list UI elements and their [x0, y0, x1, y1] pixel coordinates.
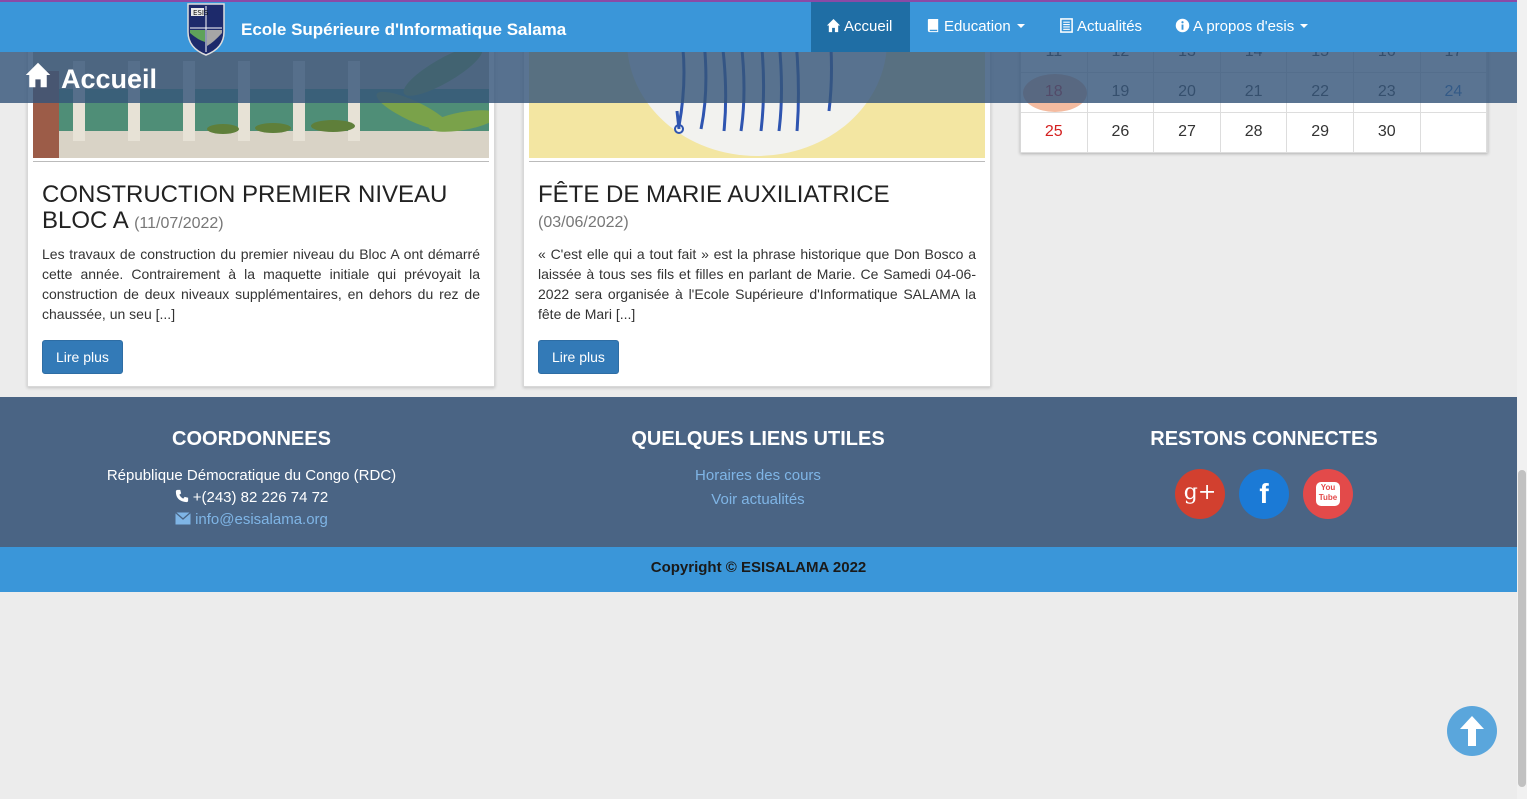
read-more-button[interactable]: Lire plus — [538, 340, 619, 374]
footer-heading: RESTONS CONNECTES — [1150, 428, 1378, 450]
nav-education-label: Education — [944, 18, 1011, 35]
page-scrollbar[interactable] — [1517, 0, 1527, 799]
nav-home[interactable]: Accueil — [811, 2, 910, 52]
calendar-day-empty — [1420, 113, 1488, 153]
newspaper-icon — [1060, 18, 1073, 33]
article-date: (11/07/2022) — [134, 215, 224, 232]
top-navbar: ESIS Ecole Supérieure d'Informatique Sal… — [0, 0, 1517, 56]
footer-link-news[interactable]: Voir actualités — [507, 488, 1009, 512]
read-more-button[interactable]: Lire plus — [42, 340, 123, 374]
phone-icon — [175, 489, 188, 503]
scrollbar-thumb[interactable] — [1518, 470, 1526, 787]
footer-phone: +(243) 82 226 74 72 — [192, 489, 329, 506]
page-header: Accueil — [0, 52, 1517, 103]
youtube-label: You Tube — [1318, 483, 1338, 502]
footer-email-line: info@esisalama.org — [0, 509, 503, 531]
calendar-day[interactable]: 28 — [1220, 113, 1288, 153]
logo-text: ESIS — [193, 9, 209, 17]
envelope-icon — [175, 512, 192, 525]
divider — [33, 161, 489, 162]
footer-phone-line: +(243) 82 226 74 72 — [0, 487, 503, 509]
copyright-bar: Copyright © ESISALAMA 2022 — [0, 547, 1517, 592]
nav-education[interactable]: Education — [911, 2, 1040, 52]
calendar-day-number: 28 — [1244, 123, 1263, 140]
calendar-week-row: 25 26 27 28 29 30 — [1021, 113, 1488, 153]
calendar-day[interactable]: 26 — [1087, 113, 1155, 153]
copyright-text: Copyright © ESISALAMA 2022 — [650, 559, 867, 576]
home-icon — [25, 62, 51, 88]
footer-contact-section: COORDONNEES République Démocratique du C… — [0, 397, 503, 531]
chevron-down-icon — [1016, 24, 1025, 28]
page-title: Accueil — [61, 64, 158, 94]
footer: COORDONNEES République Démocratique du C… — [0, 397, 1517, 547]
footer-social-section: RESTONS CONNECTES g+ f You Tube — [1013, 397, 1515, 547]
youtube-icon[interactable]: You Tube — [1303, 469, 1353, 519]
footer-email-link[interactable]: info@esisalama.org — [195, 511, 328, 528]
calendar-day-number: 30 — [1377, 123, 1396, 140]
calendar-day[interactable]: 30 — [1354, 113, 1421, 153]
nav-home-label: Accueil — [844, 18, 893, 35]
calendar-day[interactable]: 27 — [1154, 113, 1221, 153]
calendar-day-number: 27 — [1178, 123, 1196, 140]
calendar-day[interactable]: 29 — [1287, 113, 1354, 153]
arrow-up-icon — [1460, 716, 1484, 746]
home-icon — [826, 18, 841, 33]
article-date: (03/06/2022) — [538, 214, 629, 231]
calendar-day-number: 29 — [1311, 123, 1330, 140]
facebook-label: f — [1259, 478, 1269, 509]
brand-name[interactable]: Ecole Supérieure d'Informatique Salama — [241, 20, 566, 40]
article-excerpt: « C'est elle qui a tout fait » est la ph… — [538, 246, 976, 322]
back-to-top-button[interactable] — [1447, 706, 1497, 756]
google-plus-label: g+ — [1183, 480, 1217, 505]
calendar-day-number: 26 — [1111, 123, 1130, 140]
nav-news-label: Actualités — [1077, 18, 1143, 35]
book-icon — [927, 18, 939, 33]
footer-heading: QUELQUES LIENS UTILES — [631, 428, 885, 450]
info-icon — [1175, 18, 1190, 33]
school-logo[interactable]: ESIS — [186, 2, 226, 56]
footer-heading: COORDONNEES — [172, 428, 331, 450]
calendar-day-number: 25 — [1044, 123, 1063, 140]
article-excerpt: Les travaux de construction du premier n… — [42, 246, 480, 322]
article-title: CONSTRUCTION PREMIER NIVEAU BLOC A (11/0… — [42, 182, 480, 237]
footer-address: République Démocratique du Congo (RDC) — [106, 467, 397, 484]
chevron-down-icon — [1300, 24, 1309, 28]
nav-about[interactable]: A propos d'esis — [1160, 2, 1323, 52]
article-title-text: CONSTRUCTION PREMIER NIVEAU BLOC A — [42, 181, 448, 234]
google-plus-icon[interactable]: g+ — [1175, 469, 1225, 519]
calendar-day[interactable]: 25 — [1021, 113, 1088, 153]
facebook-icon[interactable]: f — [1239, 469, 1289, 519]
footer-links-section: QUELQUES LIENS UTILES Horaires des cours… — [507, 397, 1009, 512]
nav-news[interactable]: Actualités — [1044, 2, 1157, 52]
nav-about-label: A propos d'esis — [1193, 18, 1295, 35]
divider — [529, 161, 985, 162]
article-title: FÊTE DE MARIE AUXILIATRICE — [538, 181, 890, 208]
footer-link-schedule[interactable]: Horaires des cours — [507, 464, 1009, 488]
